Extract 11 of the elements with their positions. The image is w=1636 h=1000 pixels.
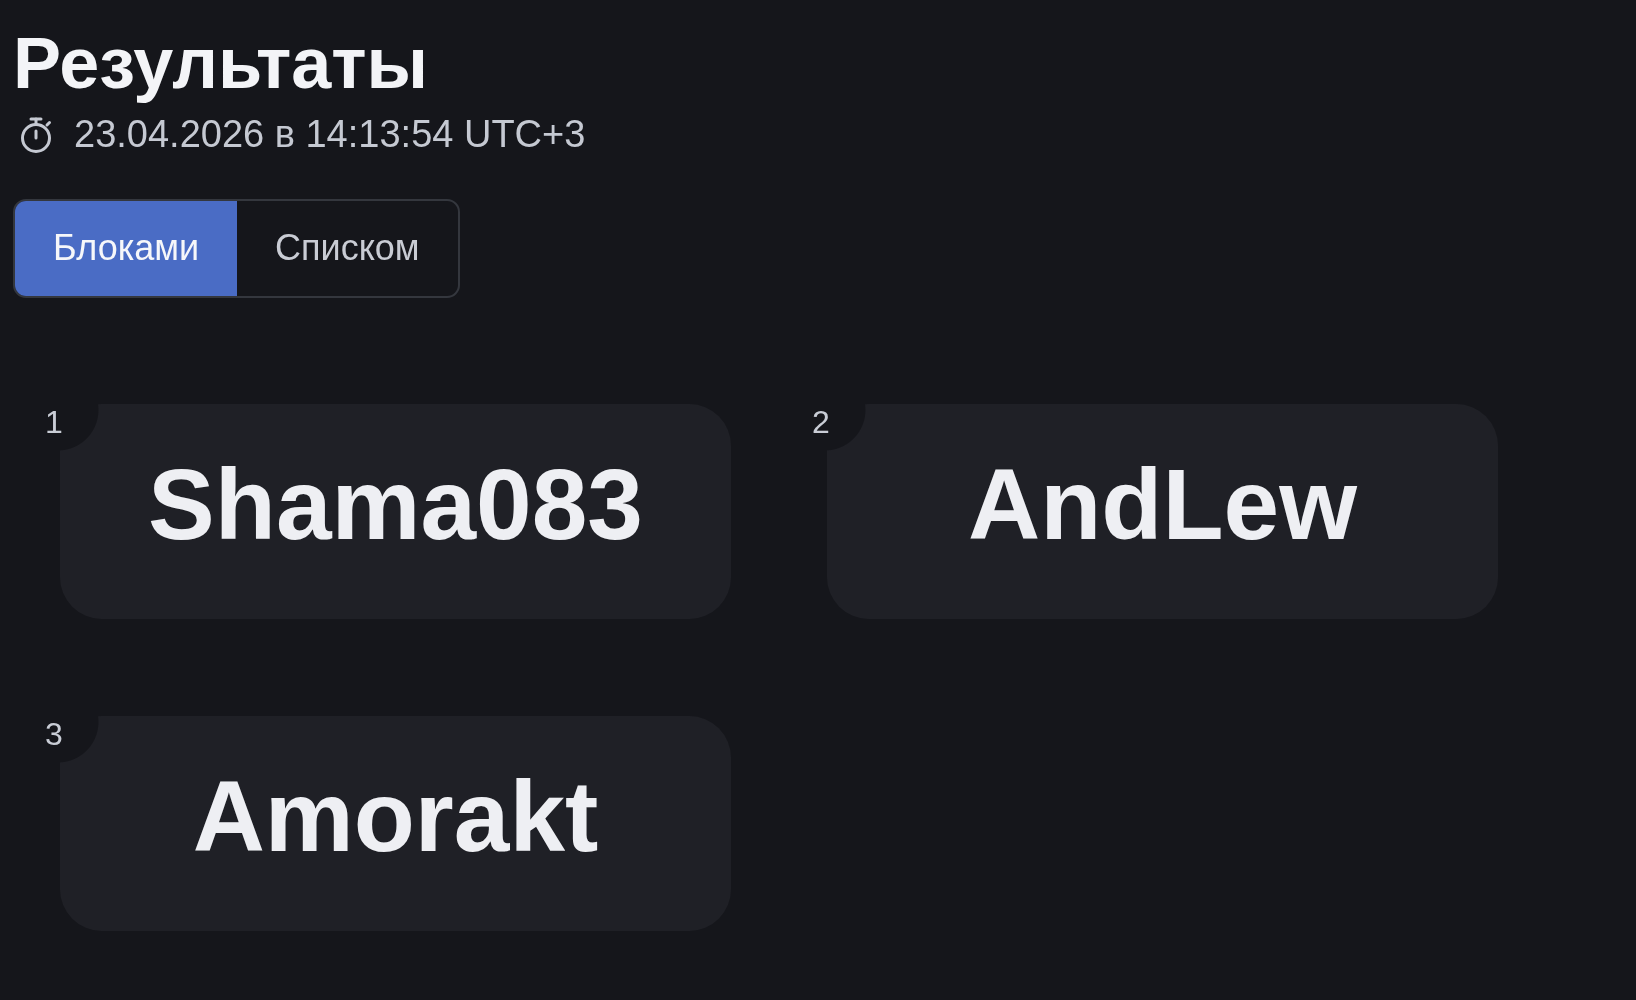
view-tab[interactable]: Блоками: [15, 201, 238, 296]
stopwatch-icon: [18, 116, 54, 155]
player-name: AndLew: [968, 447, 1357, 563]
rank-number: 2: [811, 406, 831, 438]
player-name: Amorakt: [192, 759, 599, 875]
result-timestamp: 23.04.2026 в 14:13:54 UTC+3: [74, 112, 586, 158]
rank-number: 1: [44, 406, 64, 438]
view-tab[interactable]: Списком: [237, 201, 458, 296]
player-name: Shama083: [148, 447, 643, 563]
rank-number: 3: [44, 718, 64, 750]
page-title: Результаты: [13, 22, 429, 105]
